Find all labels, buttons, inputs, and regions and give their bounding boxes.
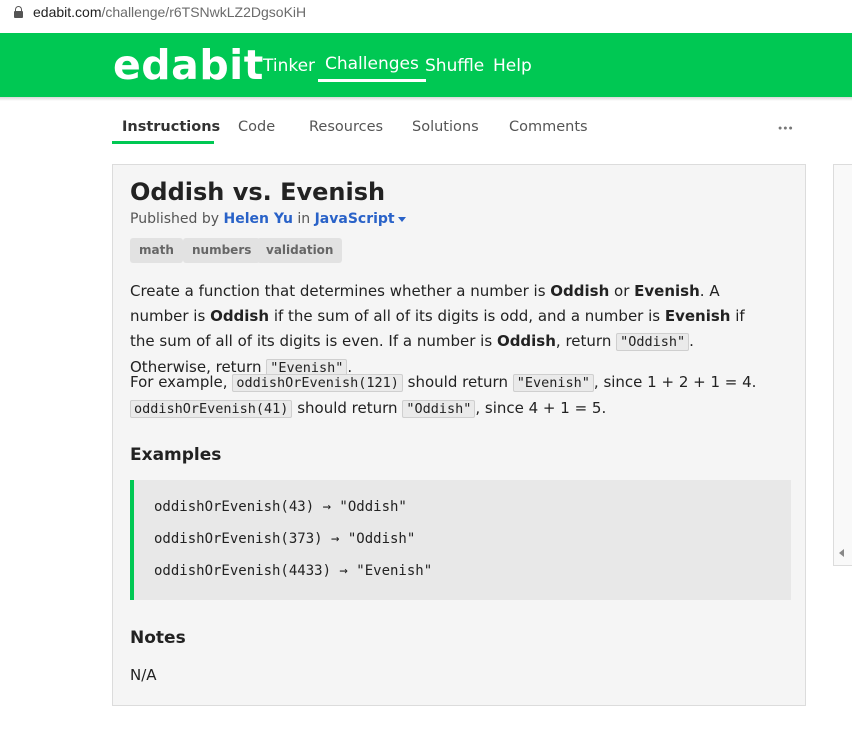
notes-heading: Notes [130, 628, 186, 648]
challenge-title: Oddish vs. Evenish [130, 178, 386, 206]
tab-code[interactable]: Code [238, 119, 275, 135]
inline-code: oddishOrEvenish(41) [130, 400, 293, 418]
site-header: edabit Tinker Challenges Shuffle Help [0, 33, 852, 97]
tab-instructions[interactable]: Instructions [122, 119, 220, 135]
nav-shuffle[interactable]: Shuffle [425, 56, 484, 76]
tag-validation[interactable]: validation [257, 238, 343, 263]
description-paragraph-1: Create a function that determines whethe… [130, 282, 745, 377]
instructions-card: Oddish vs. Evenish Published by Helen Yu… [112, 164, 806, 706]
inline-code: "Evenish" [512, 374, 594, 392]
inline-code: "Oddish" [402, 400, 476, 418]
description-paragraph-2: For example, oddishOrEvenish(121) should… [130, 373, 757, 418]
tab-comments[interactable]: Comments [509, 119, 588, 135]
tag-numbers[interactable]: numbers [183, 238, 261, 263]
lock-icon[interactable] [14, 6, 23, 18]
side-panel [833, 164, 852, 566]
tag-math[interactable]: math [130, 238, 183, 263]
example-line: oddishOrEvenish(43) → "Oddish" [154, 499, 407, 515]
edabit-logo[interactable]: edabit [113, 41, 264, 89]
tab-resources[interactable]: Resources [309, 119, 383, 135]
inline-code: oddishOrEvenish(121) [232, 374, 403, 392]
language-dropdown[interactable]: JavaScript [315, 211, 406, 227]
url-text[interactable]: edabit.com/challenge/r6TSNwkLZ2DgsoKiH [33, 4, 306, 20]
tab-solutions[interactable]: Solutions [412, 119, 479, 135]
publish-info: Published by Helen Yu in JavaScript [130, 211, 406, 227]
nav-challenges[interactable]: Challenges [318, 54, 426, 82]
notes-text: N/A [130, 666, 157, 684]
example-line: oddishOrEvenish(373) → "Oddish" [154, 531, 416, 547]
chevron-left-icon[interactable] [839, 549, 844, 557]
examples-heading: Examples [130, 445, 222, 465]
example-line: oddishOrEvenish(4433) → "Evenish" [154, 563, 433, 579]
nav-help[interactable]: Help [493, 56, 532, 76]
author-link[interactable]: Helen Yu [223, 211, 292, 227]
nav-tinker[interactable]: Tinker [263, 56, 315, 76]
header-shadow [0, 97, 852, 101]
address-bar[interactable]: edabit.com/challenge/r6TSNwkLZ2DgsoKiH [0, 0, 852, 30]
examples-block: oddishOrEvenish(43) → "Oddish" oddishOrE… [130, 480, 791, 600]
active-tab-indicator [112, 141, 214, 144]
more-dots-icon[interactable]: ●●● [778, 125, 794, 132]
caret-down-icon [397, 216, 406, 222]
inline-code: "Oddish" [616, 333, 690, 351]
